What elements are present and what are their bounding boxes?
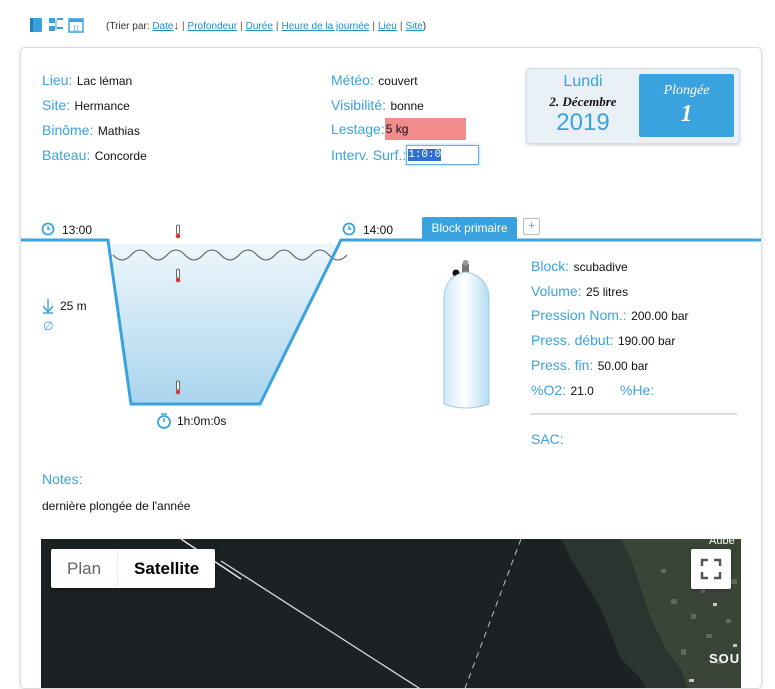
o2-label: %O2:: [531, 382, 567, 398]
notes-text: dernière plongée de l'année: [42, 499, 191, 513]
press-debut-label: Press. début:: [531, 332, 614, 348]
thermometer-icon: [175, 268, 181, 283]
map-label-sou: SOU: [709, 651, 740, 666]
thermometer-icon: [175, 224, 181, 239]
volume-value: 25 litres: [586, 285, 629, 299]
satellite-map[interactable]: Aube SOU Plan Satellite: [41, 539, 741, 688]
stopwatch-icon: [157, 413, 171, 429]
depth-extra: ∅: [43, 319, 54, 333]
start-time: 13:00: [62, 223, 93, 237]
sort-duration-link[interactable]: Durée: [246, 21, 273, 32]
dive-card: Lieu: Lac léman Site: Hermance Binôme: M…: [20, 47, 762, 689]
field-volume: Volume: 25 litres: [531, 283, 628, 301]
map-satellite-button[interactable]: Satellite: [117, 549, 215, 588]
press-fin-label: Press. fin:: [531, 357, 594, 373]
volume-label: Volume:: [531, 283, 582, 299]
depth-arrow-icon: [42, 299, 54, 314]
fullscreen-icon: [700, 558, 722, 580]
notes-label: Notes:: [42, 471, 83, 487]
calendar-day-number: 11: [72, 26, 79, 33]
add-block-button[interactable]: +: [523, 218, 540, 235]
clock-icon: [342, 222, 356, 236]
sort-arrow: ↓: [173, 20, 179, 32]
sort-prefix: (Trier par:: [106, 21, 150, 32]
sort-time-of-day-link[interactable]: Heure de la journée: [282, 21, 370, 32]
block-label: Block:: [531, 258, 570, 274]
field-press-fin: Press. fin: 50.00 bar: [531, 357, 648, 375]
tab-block-primaire[interactable]: Block primaire: [422, 217, 517, 239]
sort-place-link[interactable]: Lieu: [378, 21, 397, 32]
field-sac: SAC:: [531, 431, 564, 449]
thermometer-icon: [175, 380, 181, 395]
press-debut-value: 190.00 bar: [617, 334, 676, 348]
map-plan-button[interactable]: Plan: [51, 549, 117, 588]
max-depth: 25 m: [60, 299, 87, 313]
map-label-aube: Aube: [709, 539, 735, 547]
field-block: Block: scubadive: [531, 258, 628, 276]
he-label: %He:: [620, 382, 655, 398]
pression-nom-value: 200.00 bar: [631, 309, 689, 323]
block-value: scubadive: [573, 260, 628, 274]
notes-heading: Notes:: [42, 471, 82, 489]
dive-duration: 1h:0m:0s: [177, 414, 227, 428]
field-he: %He:: [620, 382, 654, 400]
sort-suffix: ): [422, 21, 427, 32]
fullscreen-button[interactable]: [691, 549, 731, 589]
water-body: [111, 244, 339, 404]
field-press-debut: Press. début: 190.00 bar: [531, 332, 675, 350]
tank-icon: [443, 260, 490, 409]
list-toggle-icon[interactable]: [49, 17, 63, 33]
sort-depth-link[interactable]: Profondeur: [188, 21, 237, 32]
press-fin-value: 50.00 bar: [597, 359, 649, 373]
calendar-icon[interactable]: 11: [68, 17, 84, 33]
o2-value: 21.0: [570, 384, 594, 398]
sort-bar: (Trier par: Date↓ | Profondeur | Durée | Heure…: [106, 20, 427, 32]
map-type-toggle: Plan Satellite: [51, 549, 216, 588]
book-icon[interactable]: [29, 17, 43, 33]
pression-nom-label: Pression Nom.:: [531, 307, 627, 323]
field-o2: %O2: 21.0: [531, 382, 594, 400]
sort-date-link[interactable]: Date: [152, 21, 173, 32]
sort-site-link[interactable]: Site: [405, 21, 422, 32]
clock-icon: [41, 222, 55, 236]
end-time: 14:00: [363, 223, 394, 237]
field-pression-nom: Pression Nom.: 200.00 bar: [531, 307, 689, 325]
sac-label: SAC:: [531, 431, 564, 447]
